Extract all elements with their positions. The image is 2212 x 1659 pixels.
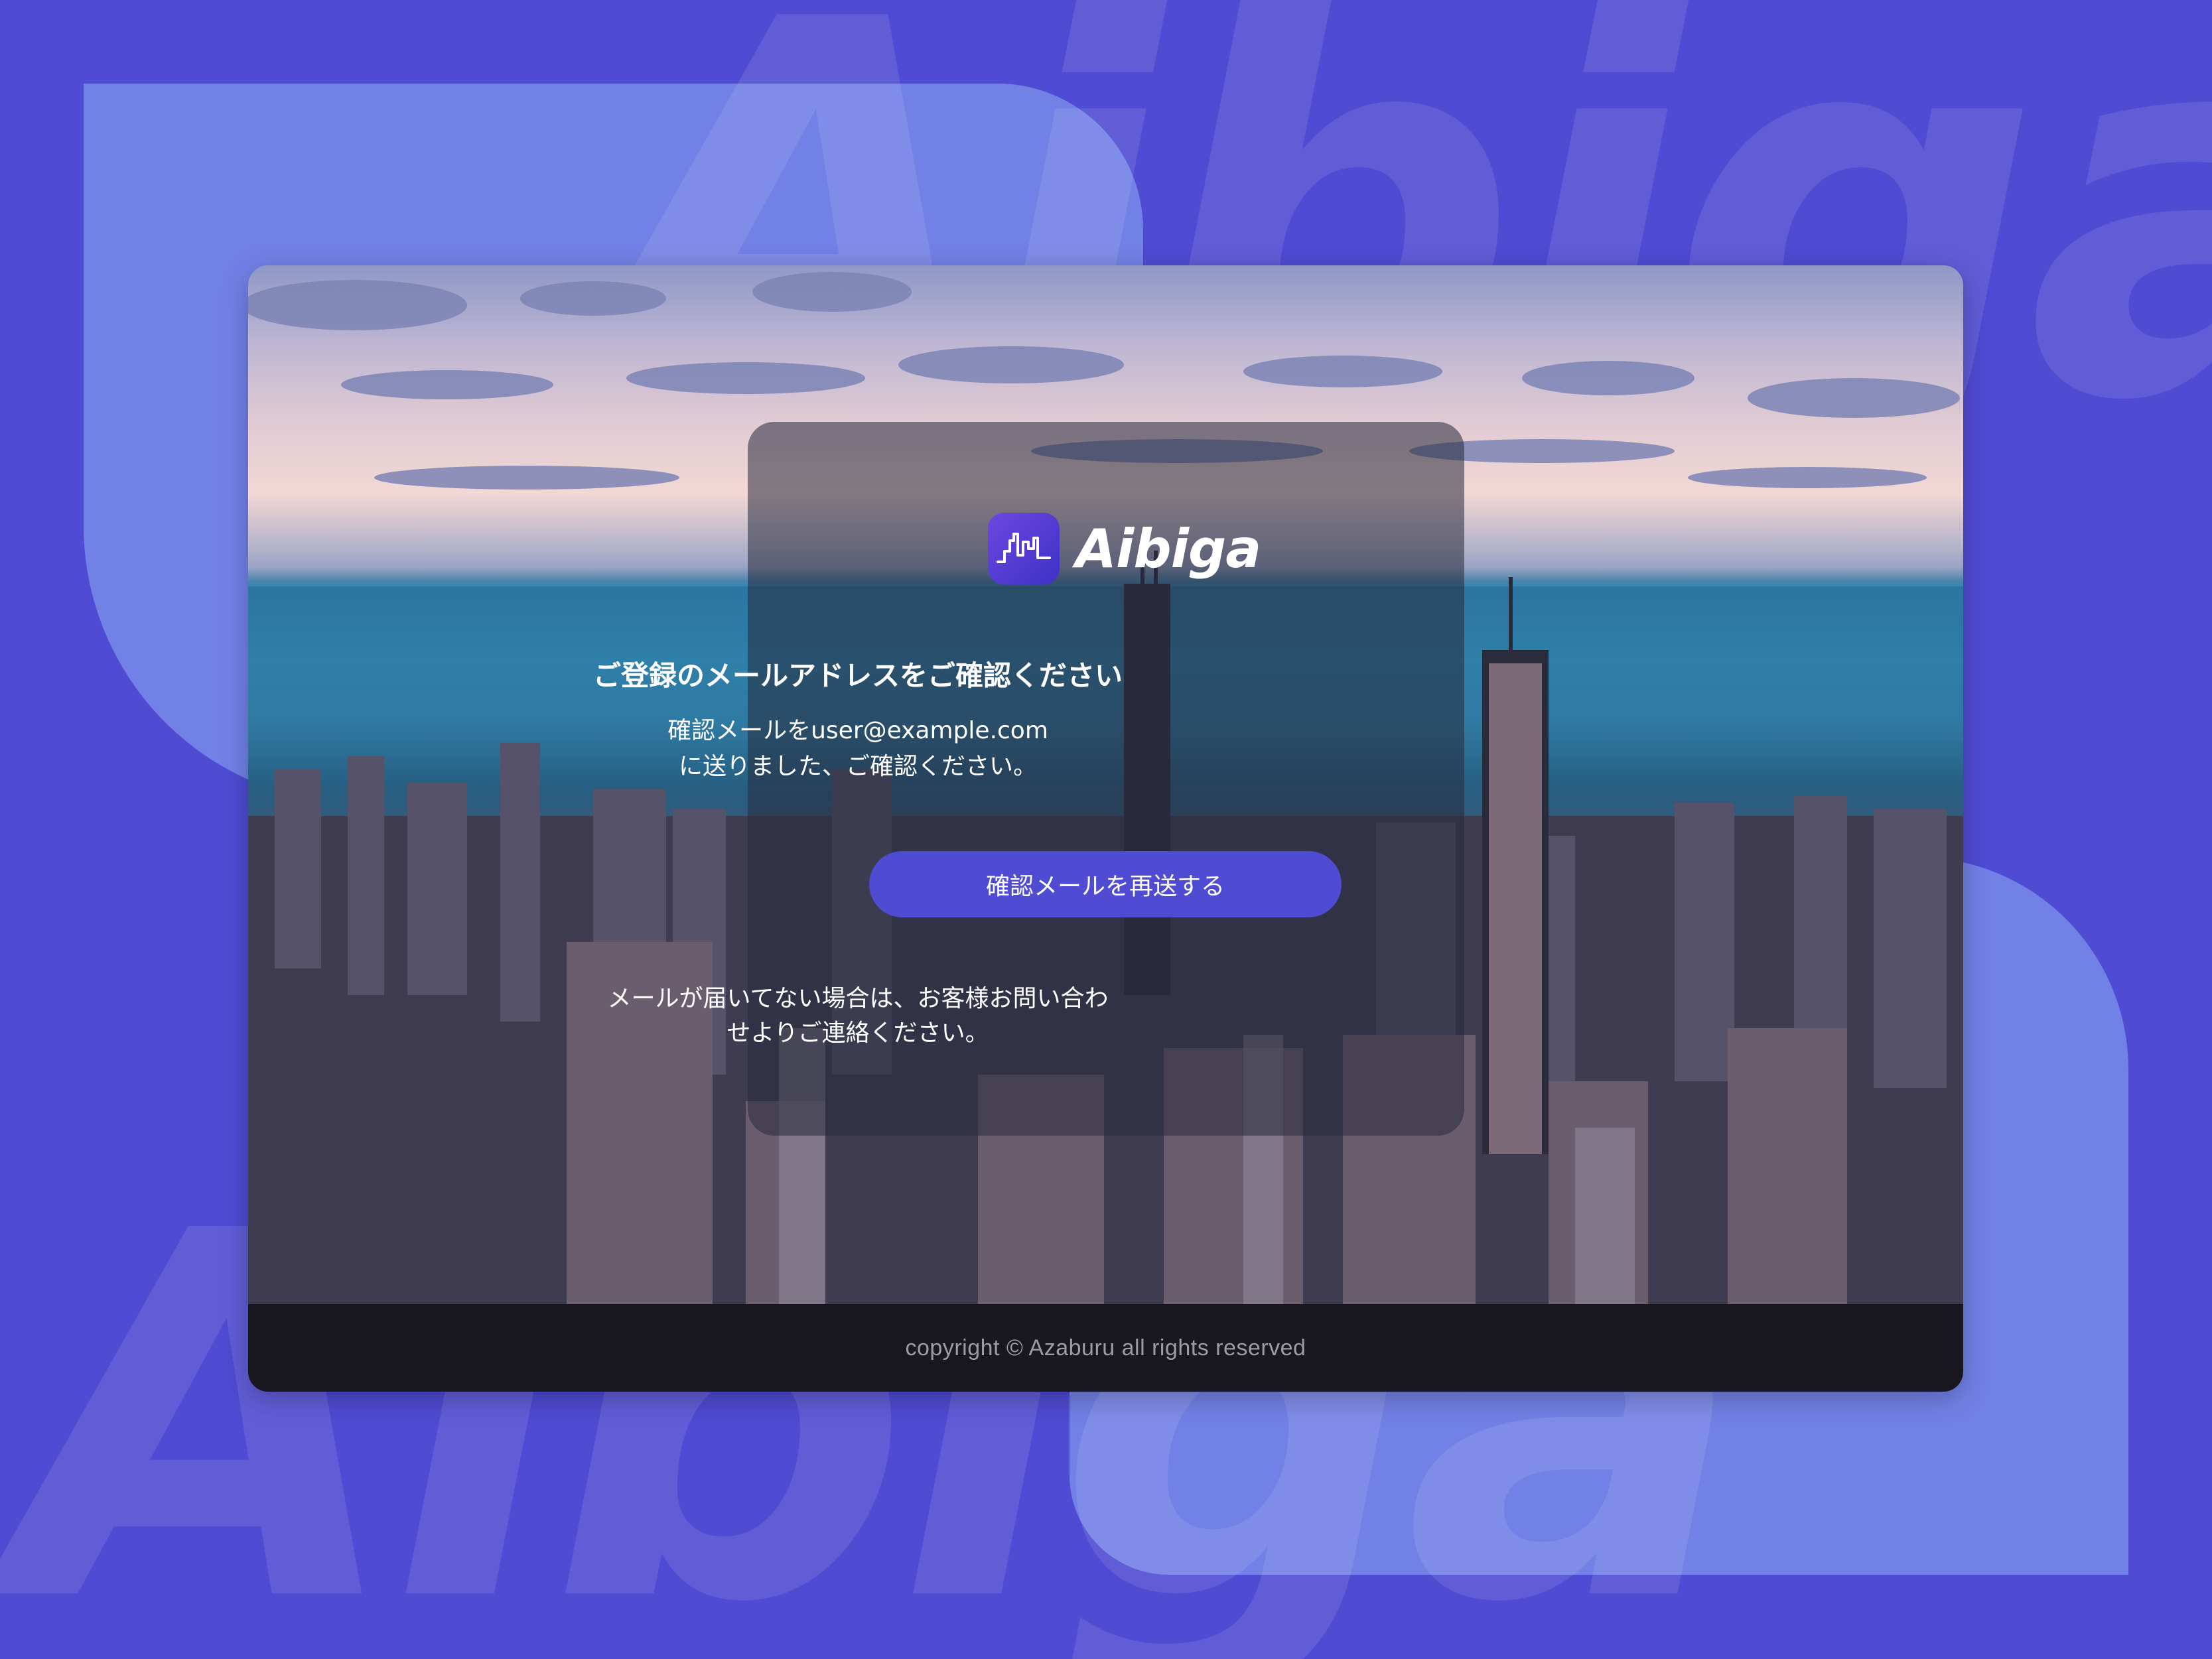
brand-name: Aibiga xyxy=(1075,517,1261,580)
footer: copyright © Azaburu all rights reserved xyxy=(248,1304,1963,1392)
contact-notice: メールが届いてない場合は、お客様お問い合わ せよりご連絡ください。 xyxy=(500,982,1216,1051)
confirmation-message: 確認メールをuser@example.com に送りました、ご確認ください。 xyxy=(500,713,1216,785)
resend-email-button[interactable]: 確認メールを再送する xyxy=(869,851,1342,917)
contact-notice-line-2: せよりご連絡ください。 xyxy=(726,1020,989,1047)
brand-logo: Aibiga xyxy=(988,513,1261,584)
city-skyline-icon xyxy=(988,513,1060,584)
confirmation-message-line-2: に送りました、ご確認ください。 xyxy=(678,753,1037,780)
main-card: copyright © Azaburu all rights reserved xyxy=(248,265,1963,1392)
page-title: ご登録のメールアドレスをご確認ください xyxy=(592,659,1123,692)
copyright-text: copyright © Azaburu all rights reserved xyxy=(905,1335,1306,1360)
confirmation-message-line-1: 確認メールをuser@example.com xyxy=(667,717,1048,744)
contact-notice-line-1: メールが届いてない場合は、お客様お問い合わ xyxy=(607,985,1109,1012)
